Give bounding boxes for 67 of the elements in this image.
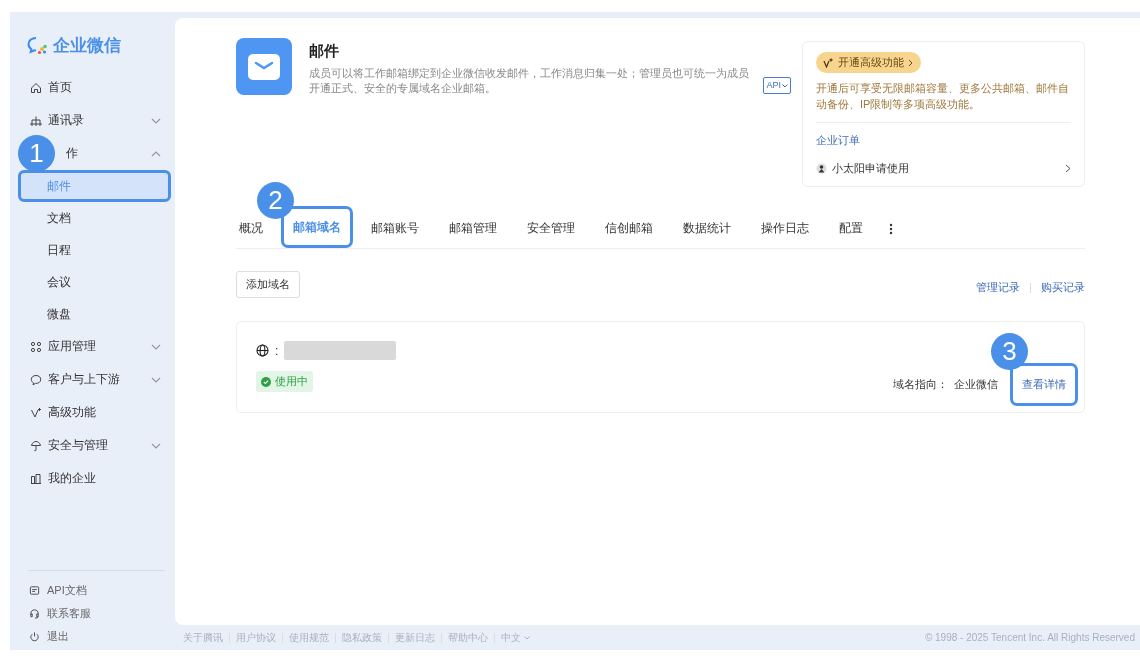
chat-bubble-icon xyxy=(30,373,42,386)
sparkle-v-icon xyxy=(823,57,834,68)
sidebar-item[interactable]: 通讯录 xyxy=(48,112,84,129)
sidebar-link[interactable]: 退出 xyxy=(47,629,69,644)
tab[interactable]: 配置 xyxy=(827,217,875,240)
umbrella-icon xyxy=(30,439,42,452)
check-circle-icon xyxy=(261,376,271,387)
sidebar-item[interactable]: 作 xyxy=(66,145,78,162)
buildings-icon xyxy=(30,472,42,485)
sidebar-item[interactable]: 安全与管理 xyxy=(48,437,108,454)
step-badge: 1 xyxy=(18,135,55,172)
sidebar-link[interactable]: API文档 xyxy=(47,583,87,598)
power-icon xyxy=(29,631,40,642)
upgrade-button[interactable]: 开通高级功能 xyxy=(816,52,921,73)
caret-icon xyxy=(524,635,530,640)
status-tag: 使用中 xyxy=(256,371,313,392)
sidebar-subitem[interactable]: 文档 xyxy=(18,202,171,234)
order-item[interactable]: 小太阳申请使用 xyxy=(816,161,1071,176)
tab[interactable]: 操作日志 xyxy=(749,217,821,240)
tab[interactable]: 安全管理 xyxy=(515,217,587,240)
record-link[interactable]: 管理记录 xyxy=(976,280,1020,295)
api-dropdown[interactable]: API xyxy=(763,77,791,94)
sidebar-item[interactable]: 我的企业 xyxy=(48,470,96,487)
logo-icon xyxy=(27,36,49,55)
sidebar-subitem[interactable]: 会议 xyxy=(18,266,171,298)
tab[interactable]: 邮箱账号 xyxy=(359,217,431,240)
target-value: 企业微信 xyxy=(954,377,998,392)
globe-icon xyxy=(256,344,269,357)
sidebar-item[interactable]: 应用管理 xyxy=(48,338,96,355)
domain-separator: : xyxy=(275,343,279,358)
chevron-down-icon[interactable] xyxy=(151,343,161,350)
add-domain-button[interactable]: 添加域名 xyxy=(236,271,300,298)
sidebar-subitem[interactable]: 日程 xyxy=(18,234,171,266)
grid-icon xyxy=(30,340,42,353)
avatar-icon xyxy=(816,163,827,174)
logo-text: 企业微信 xyxy=(53,35,121,57)
tab[interactable]: 信创邮箱 xyxy=(593,217,665,240)
tab[interactable]: 数据统计 xyxy=(671,217,743,240)
sparkle-v-icon xyxy=(30,406,42,419)
chevron-down-icon[interactable] xyxy=(151,376,161,383)
chevron-down-icon[interactable] xyxy=(151,117,161,124)
step-badge: 2 xyxy=(257,182,294,219)
chevron-up-icon[interactable] xyxy=(151,150,161,157)
home-icon xyxy=(30,81,42,94)
target-label: 域名指向： xyxy=(893,377,948,392)
record-link[interactable]: 购买记录 xyxy=(1041,280,1085,295)
promo-text: 开通后可享受无限邮箱容量、更多公共邮箱、邮件自动备份、IP限制等多项高级功能。 xyxy=(816,80,1071,123)
api-doc-icon xyxy=(29,585,40,596)
page-title: 邮件 xyxy=(309,42,340,61)
page-description: 成员可以将工作邮箱绑定到企业微信收发邮件，工作消息归集一处；管理员也可统一为成员开通正式、安全的专属域名企业邮箱。 xyxy=(309,66,750,96)
headset-icon xyxy=(29,608,40,619)
caret-icon xyxy=(782,83,788,88)
orders-title: 企业订单 xyxy=(816,133,861,148)
sidebar-item[interactable]: 首页 xyxy=(48,79,72,96)
sidebar-item[interactable]: 客户与上下游 xyxy=(48,371,120,388)
mail-app-icon xyxy=(236,38,292,95)
chevron-right-icon xyxy=(908,58,913,67)
org-chart-icon xyxy=(30,114,42,127)
tab[interactable]: 邮箱管理 xyxy=(437,217,509,240)
step-badge: 3 xyxy=(991,333,1028,370)
chevron-right-icon xyxy=(1065,164,1071,173)
sidebar-item[interactable]: 高级功能 xyxy=(48,404,96,421)
tab[interactable]: 概况 xyxy=(236,217,275,240)
sidebar-subitem[interactable]: 微盘 xyxy=(18,298,171,330)
sidebar-link[interactable]: 联系客服 xyxy=(47,606,91,621)
copyright-text: © 1998 - 2025 Tencent Inc. All Rights Reserved xyxy=(924,632,1135,643)
chevron-down-icon[interactable] xyxy=(151,442,161,449)
